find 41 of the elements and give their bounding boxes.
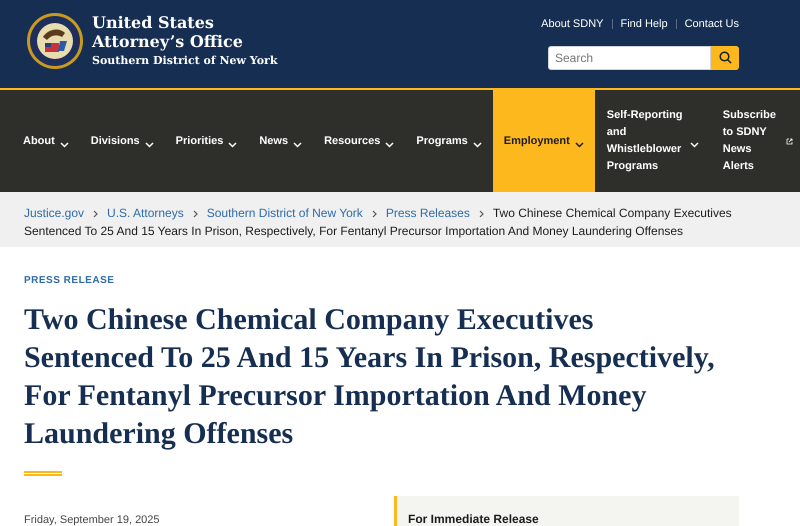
nav-item[interactable]: News bbox=[248, 90, 314, 192]
caret-icon bbox=[144, 142, 154, 148]
breadcrumb-trail: Justice.gov U.S. Attorneys Southern District of New York Press Releases Two Chinese Chemical Company Executives Sentenced To 25 And 15 Years In Prison, Respectively, For Fentanyl Precursor Importation And Money Laundering Offenses bbox=[24, 205, 733, 240]
release-box: For Immediate Release bbox=[394, 496, 739, 526]
nav-item[interactable]: Resources bbox=[313, 90, 406, 192]
external-link-icon bbox=[786, 138, 793, 144]
nav-item[interactable]: Self-Reporting and Whistleblower Programs bbox=[594, 90, 711, 192]
caret-icon bbox=[574, 142, 584, 148]
release-date: Friday, September 19, 2025 bbox=[24, 513, 161, 526]
article-title: Two Chinese Chemical Company Executives Sentenced To 25 And 15 Years In Prison, Respectively, For Fentanyl Precursor Importation And Money Laundering Offenses bbox=[24, 302, 716, 452]
chevron-icon bbox=[93, 210, 98, 218]
nav-item[interactable]: Priorities bbox=[164, 90, 248, 192]
caret-icon bbox=[385, 142, 394, 148]
caret-icon bbox=[690, 142, 699, 148]
caret-icon bbox=[293, 142, 302, 148]
nav-item[interactable]: Subscribe to SDNY News Alerts bbox=[710, 90, 797, 192]
district-subtitle: Southern District of New York bbox=[92, 53, 278, 69]
nav-item[interactable]: Programs bbox=[405, 90, 493, 192]
chevron-icon bbox=[192, 210, 198, 218]
search-field[interactable]: Search bbox=[548, 46, 711, 70]
chevron-icon bbox=[478, 210, 484, 218]
nav-item[interactable]: About bbox=[12, 90, 80, 192]
breadcrumb-link[interactable]: Southern District of New York bbox=[206, 206, 363, 220]
office-title: Attorney’s Office bbox=[92, 32, 244, 51]
caret-icon bbox=[472, 142, 482, 148]
caret-icon bbox=[60, 142, 69, 148]
utility-link[interactable]: Find Help bbox=[620, 16, 668, 32]
search-button[interactable] bbox=[711, 46, 739, 70]
utility-link[interactable]: About SDNY bbox=[541, 16, 604, 32]
article-eyebrow: PRESS RELEASE bbox=[24, 274, 116, 288]
nav-item[interactable]: Divisions bbox=[80, 90, 165, 192]
nav-item[interactable]: Employment bbox=[492, 90, 595, 192]
office-title: United States bbox=[92, 13, 215, 32]
caret-icon bbox=[228, 142, 238, 148]
search-icon bbox=[718, 51, 732, 64]
chevron-icon bbox=[372, 210, 377, 218]
utility-link[interactable]: Contact Us bbox=[684, 16, 739, 32]
seal-icon bbox=[26, 11, 84, 71]
breadcrumb-link[interactable]: Justice.gov bbox=[24, 206, 84, 220]
breadcrumb-link[interactable]: U.S. Attorneys bbox=[107, 206, 184, 220]
breadcrumb-link[interactable]: Press Releases bbox=[386, 206, 470, 220]
